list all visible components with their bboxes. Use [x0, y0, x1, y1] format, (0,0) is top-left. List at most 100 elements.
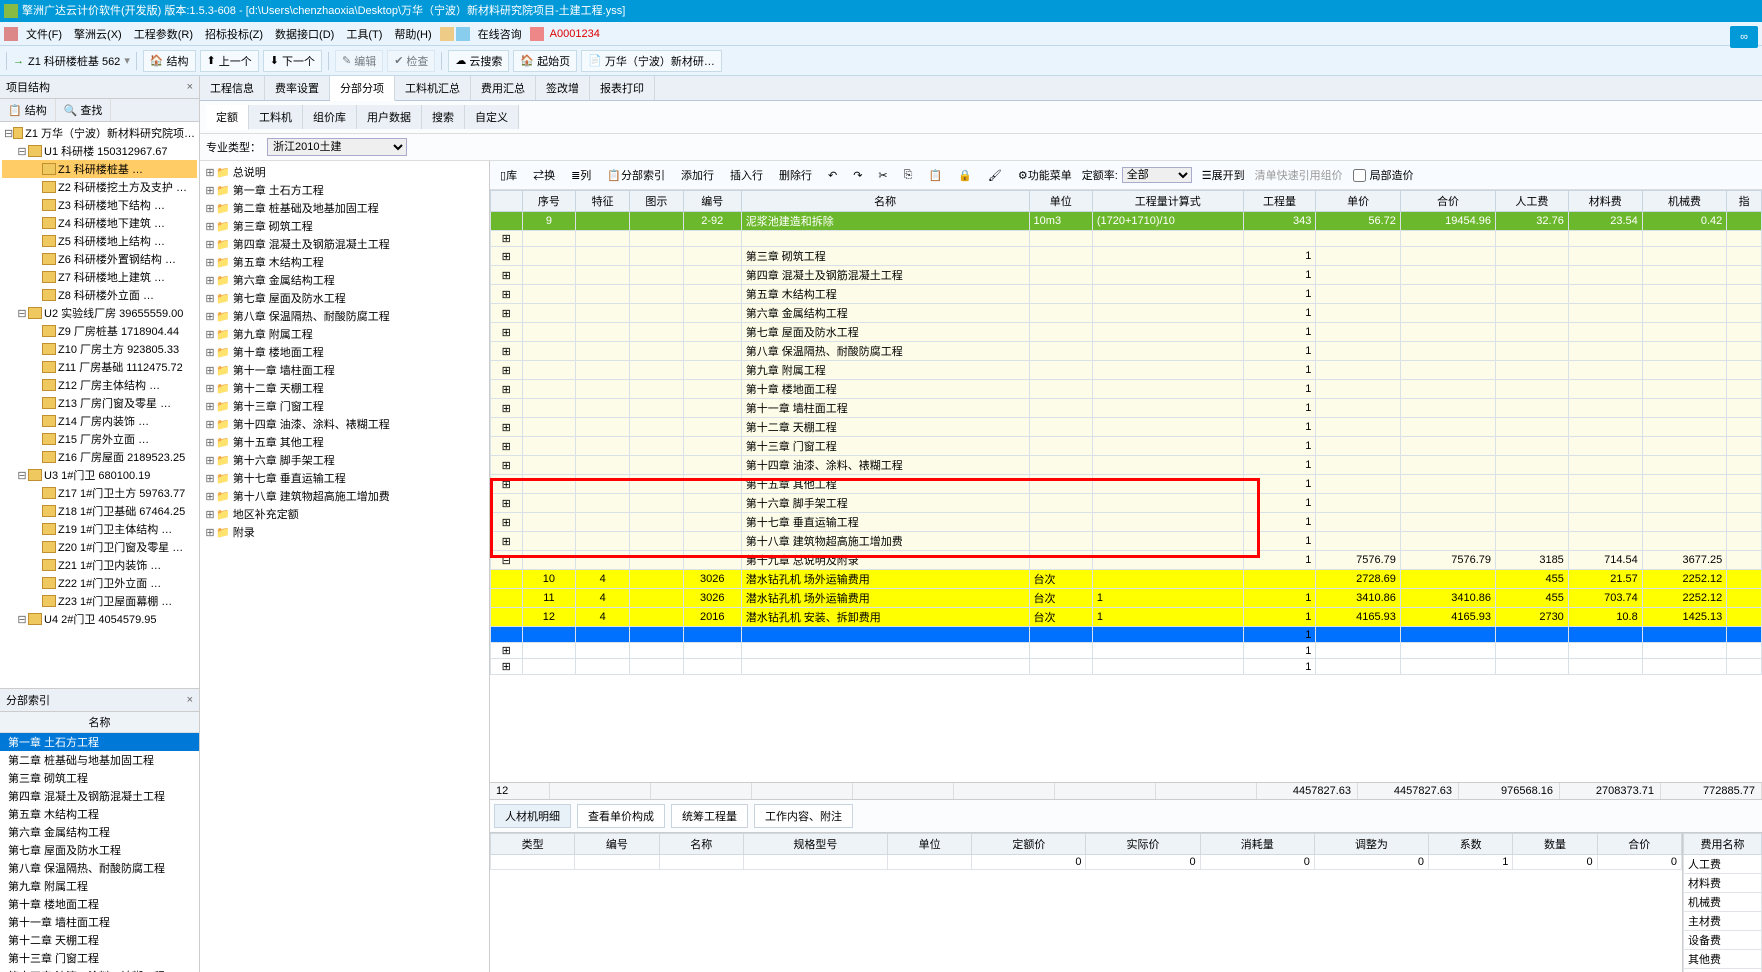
category-node[interactable]: ⊞📁 第四章 混凝土及钢筋混凝土工程	[202, 235, 487, 253]
tree-node[interactable]: Z5 科研楼地上结构 …	[2, 232, 197, 250]
tree-node[interactable]: Z20 1#门卫门窗及零星 …	[2, 538, 197, 556]
detail-tab[interactable]: 统筹工程量	[671, 804, 748, 828]
sub-tab[interactable]: 搜索	[422, 105, 465, 129]
main-tab[interactable]: 分部分项	[330, 76, 395, 101]
category-node[interactable]: ⊞📁 地区补充定额	[202, 505, 487, 523]
tree-node[interactable]: Z12 厂房主体结构 …	[2, 376, 197, 394]
grid-row[interactable]: ⊞第四章 混凝土及钢筋混凝土工程1	[491, 266, 1762, 285]
fee-row[interactable]: 设备费	[1684, 931, 1762, 950]
main-grid[interactable]: 序号特征图示编号名称单位工程量计算式工程量单价合价人工费材料费机械费指92-92…	[490, 190, 1762, 782]
local-cost-checkbox[interactable]	[1353, 169, 1366, 182]
tree-node[interactable]: Z4 科研楼地下建筑 …	[2, 214, 197, 232]
tree-node[interactable]: Z7 科研楼地上建筑 …	[2, 268, 197, 286]
grid-header[interactable]: 人工费	[1496, 191, 1569, 212]
category-node[interactable]: ⊞📁 第十五章 其他工程	[202, 433, 487, 451]
grid-row[interactable]: ⊞第十四章 油漆、涂料、裱糊工程1	[491, 456, 1762, 475]
index-list[interactable]: 名称 第一章 土石方工程第二章 桩基础与地基加固工程第三章 砌筑工程第四章 混凝…	[0, 712, 199, 972]
project-tree[interactable]: ⊟Z1 万华（宁波）新材料研究院项… ⊟U1 科研楼 150312967.67Z…	[0, 122, 199, 688]
grid-header[interactable]: 特征	[576, 191, 630, 212]
tab-structure[interactable]: 📋结构	[0, 99, 56, 121]
tree-node[interactable]: Z19 1#门卫主体结构 …	[2, 520, 197, 538]
fee-row[interactable]: 主材费	[1684, 912, 1762, 931]
tree-node[interactable]: Z3 科研楼地下结构 …	[2, 196, 197, 214]
fee-row[interactable]: 材料费	[1684, 874, 1762, 893]
category-node[interactable]: ⊞📁 第五章 木结构工程	[202, 253, 487, 271]
section-index-button[interactable]: 📋分部索引	[601, 164, 671, 186]
grid-row[interactable]: 1242016潜水钻孔机 安装、拆卸费用台次114165.934165.9327…	[491, 608, 1762, 627]
tree-node[interactable]: Z17 1#门卫土方 59763.77	[2, 484, 197, 502]
detail-tab[interactable]: 工作内容、附注	[754, 804, 853, 828]
grid-row[interactable]: ⊞第十五章 其他工程1	[491, 475, 1762, 494]
index-row[interactable]: 第十二章 天棚工程	[0, 931, 199, 949]
tree-node[interactable]: ⊟U2 实验线厂房 39655559.00	[2, 304, 197, 322]
category-node[interactable]: ⊞📁 第九章 附属工程	[202, 325, 487, 343]
grid-row[interactable]: ⊟第十九章 总说明及附录17576.797576.793185714.54367…	[491, 551, 1762, 570]
category-node[interactable]: ⊞📁 第十四章 油漆、涂料、裱糊工程	[202, 415, 487, 433]
menu-item[interactable]: 工具(T)	[340, 27, 388, 43]
tree-node[interactable]: Z15 厂房外立面 …	[2, 430, 197, 448]
sub-tab[interactable]: 定额	[206, 105, 249, 130]
add-row-button[interactable]: 添加行	[675, 164, 720, 186]
index-row[interactable]: 第九章 附属工程	[0, 877, 199, 895]
grid-header[interactable]: 序号	[522, 191, 576, 212]
category-node[interactable]: ⊞📁 第十二章 天棚工程	[202, 379, 487, 397]
menu-item[interactable]: 擎洲云(X)	[68, 27, 128, 43]
category-node[interactable]: ⊞📁 第十一章 墙柱面工程	[202, 361, 487, 379]
expand-button[interactable]: ☰展开到	[1196, 164, 1251, 186]
sub-tab[interactable]: 组价库	[303, 105, 357, 129]
menu-item[interactable]: 招标投标(Z)	[199, 27, 269, 43]
index-row[interactable]: 第十三章 门窗工程	[0, 949, 199, 967]
copy-icon[interactable]: ⎘	[898, 166, 919, 185]
main-tab[interactable]: 费用汇总	[471, 76, 536, 100]
category-node[interactable]: ⊞📁 第十六章 脚手架工程	[202, 451, 487, 469]
grid-row[interactable]: ⊞第十一章 墙柱面工程1	[491, 399, 1762, 418]
grid-row[interactable]: 1043026潜水钻孔机 场外运输费用台次2728.6945521.572252…	[491, 570, 1762, 589]
structure-button[interactable]: 🏠结构	[143, 50, 196, 72]
category-node[interactable]: ⊞📁 第八章 保温隔热、耐酸防腐工程	[202, 307, 487, 325]
delete-row-button[interactable]: 删除行	[773, 164, 818, 186]
tab-search[interactable]: 🔍查找	[56, 99, 112, 121]
menu-item[interactable]: 工程参数(R)	[128, 27, 199, 43]
brush-icon[interactable]: 🖌	[982, 166, 1008, 185]
tree-node[interactable]: Z2 科研楼挖土方及支护 …	[2, 178, 197, 196]
category-tree[interactable]: ⊞📁 总说明⊞📁 第一章 土石方工程⊞📁 第二章 桩基础及地基加固工程⊞📁 第三…	[200, 161, 490, 972]
insert-row-button[interactable]: 插入行	[724, 164, 769, 186]
category-node[interactable]: ⊞📁 第十七章 垂直运输工程	[202, 469, 487, 487]
grid-row[interactable]: ⊞	[491, 231, 1762, 247]
tree-node[interactable]: Z21 1#门卫内装饰 …	[2, 556, 197, 574]
grid-row[interactable]: ⊞1	[491, 659, 1762, 675]
index-row[interactable]: 第一章 土石方工程	[0, 733, 199, 751]
grid-header[interactable]: 工程量计算式	[1092, 191, 1243, 212]
grid-header[interactable]: 单价	[1316, 191, 1401, 212]
tree-node[interactable]: Z1 科研楼桩基 …	[2, 160, 197, 178]
grid-row[interactable]: 1	[491, 627, 1762, 643]
grid-row[interactable]: ⊞第十八章 建筑物超高施工增加费1	[491, 532, 1762, 551]
close-icon[interactable]: ×	[187, 694, 193, 706]
tree-node[interactable]: Z22 1#门卫外立面 …	[2, 574, 197, 592]
small-row[interactable]: 0000100	[491, 855, 1682, 870]
close-icon[interactable]: ×	[187, 81, 193, 93]
edit-button[interactable]: ✎编辑	[335, 50, 383, 72]
grid-row[interactable]: ⊞第六章 金属结构工程1	[491, 304, 1762, 323]
tree-node[interactable]: Z8 科研楼外立面 …	[2, 286, 197, 304]
main-tab[interactable]: 工料机汇总	[395, 76, 471, 100]
fee-row[interactable]: 单价	[1684, 969, 1762, 972]
grid-row[interactable]: ⊞第八章 保温隔热、耐酸防腐工程1	[491, 342, 1762, 361]
detail-grid[interactable]: 类型编号名称规格型号单位定额价实际价消耗量调整为系数数量合价0000100	[490, 833, 1682, 972]
cloud-search-button[interactable]: ☁云搜索	[448, 50, 509, 72]
tree-node[interactable]: ⊟U4 2#门卫 4054579.95	[2, 610, 197, 628]
category-node[interactable]: ⊞📁 第十三章 门窗工程	[202, 397, 487, 415]
spec-select[interactable]: 浙江2010土建	[267, 138, 407, 156]
tree-node[interactable]: Z10 厂房土方 923805.33	[2, 340, 197, 358]
grid-header[interactable]: 工程量	[1243, 191, 1316, 212]
index-row[interactable]: 第五章 木结构工程	[0, 805, 199, 823]
sub-tab[interactable]: 工料机	[249, 105, 303, 129]
menu-item[interactable]: 文件(F)	[20, 27, 68, 43]
tree-node[interactable]: Z9 厂房桩基 1718904.44	[2, 322, 197, 340]
grid-header[interactable]: 合价	[1400, 191, 1495, 212]
prev-button[interactable]: ⬆上一个	[200, 50, 259, 72]
rate-select[interactable]: 全部	[1122, 167, 1192, 183]
main-tab[interactable]: 费率设置	[265, 76, 330, 100]
grid-row[interactable]: ⊞第三章 砌筑工程1	[491, 247, 1762, 266]
tree-node[interactable]: Z16 厂房屋面 2189523.25	[2, 448, 197, 466]
